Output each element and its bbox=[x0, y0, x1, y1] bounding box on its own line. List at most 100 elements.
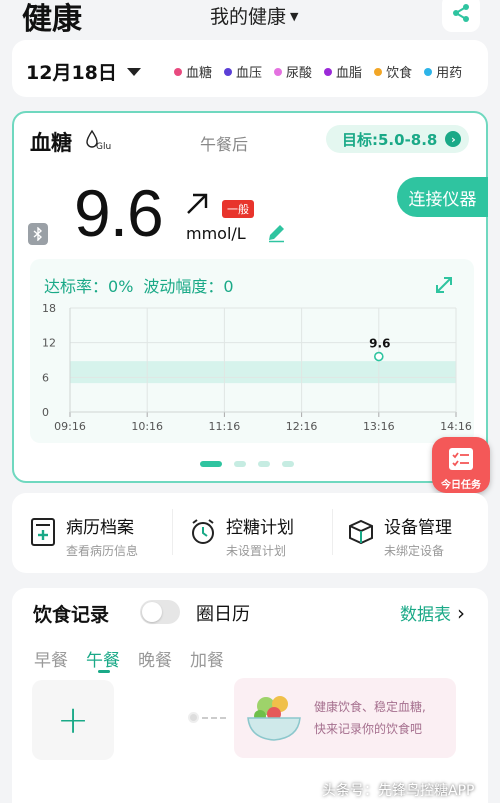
legend-label: 尿酸 bbox=[286, 66, 313, 81]
page-selector-label: 我的健康 bbox=[210, 6, 287, 28]
data-table-link[interactable]: 数据表 › bbox=[400, 600, 465, 626]
tip-line-2: 快来记录你的饮食吧 bbox=[314, 722, 423, 736]
legend-label: 血脂 bbox=[336, 66, 363, 81]
medical-record-icon bbox=[31, 518, 55, 546]
connect-device-button[interactable]: 连接仪器 bbox=[397, 177, 488, 217]
app-title: 健康 bbox=[22, 2, 82, 37]
cube-device-icon bbox=[349, 519, 373, 545]
date-selector[interactable]: 12月18日 bbox=[26, 58, 141, 85]
glu-label: Glu bbox=[96, 142, 111, 151]
target-band bbox=[70, 361, 456, 384]
legend: 血糖 血压 尿酸 血脂 饮食 用药 bbox=[174, 62, 462, 81]
x-tick-label: 12:16 bbox=[286, 420, 318, 433]
chevron-right-icon: › bbox=[457, 600, 465, 625]
date-label: 12月18日 bbox=[26, 62, 117, 84]
legend-dot bbox=[174, 67, 182, 76]
legend-label: 用药 bbox=[436, 66, 463, 81]
chevron-right-icon: › bbox=[445, 131, 462, 147]
legend-dot bbox=[374, 67, 383, 76]
glucose-card[interactable]: 血糖 Glu 午餐后 目标:5.0-8.8 › 9.6 一般 mmol/L 连接… bbox=[12, 111, 488, 483]
toggle-knob bbox=[142, 602, 162, 622]
divider bbox=[332, 509, 333, 555]
legend-item: 用药 bbox=[424, 62, 462, 81]
add-meal-button[interactable]: + bbox=[32, 680, 114, 760]
x-tick-label: 13:16 bbox=[363, 420, 395, 433]
glucose-value: 9.6 bbox=[74, 176, 164, 250]
page-selector[interactable]: 我的健康 ▼ bbox=[210, 2, 298, 29]
data-point bbox=[373, 351, 384, 362]
carousel-indicator[interactable] bbox=[200, 461, 294, 467]
y-tick-label: 0 bbox=[42, 406, 49, 419]
legend-dot bbox=[424, 67, 433, 76]
meal-tab[interactable]: 加餐 bbox=[190, 646, 224, 671]
legend-item: 血脂 bbox=[324, 62, 362, 81]
quick-links: 病历档案 查看病历信息 控糖计划 未设置计划 设备管理 未绑定设备 bbox=[12, 493, 488, 573]
meal-tab[interactable]: 晚餐 bbox=[138, 646, 172, 671]
target-button[interactable]: 目标:5.0-8.8 › bbox=[326, 125, 470, 153]
alarm-clock-icon bbox=[192, 519, 214, 544]
glucose-chart: 达标率：0% 波动幅度：0 0 6 12 18 09:16 10:16 11:16 12:16… bbox=[30, 259, 474, 443]
y-tick-label: 18 bbox=[42, 302, 56, 315]
share-icon bbox=[453, 4, 469, 22]
trend-up-right-icon bbox=[187, 193, 208, 214]
bluetooth-icon bbox=[28, 223, 48, 245]
sugar-plan-link[interactable]: 控糖计划 未设置计划 bbox=[190, 513, 294, 559]
target-label: 目标:5.0-8.8 bbox=[342, 130, 438, 149]
level-badge: 一般 bbox=[222, 200, 254, 218]
meal-tab[interactable]: 午餐 bbox=[86, 646, 120, 673]
x-tick-label: 09:16 bbox=[54, 420, 86, 433]
x-tick-label: 10:16 bbox=[131, 420, 163, 433]
today-task-label: 今日任务 bbox=[441, 480, 481, 491]
device-management-link[interactable]: 设备管理 未绑定设备 bbox=[348, 513, 452, 559]
data-label: 9.6 bbox=[369, 337, 390, 351]
meal-tab[interactable]: 早餐 bbox=[34, 646, 68, 671]
legend-item: 饮食 bbox=[374, 62, 412, 81]
share-button[interactable] bbox=[442, 0, 480, 32]
quick-link-title: 病历档案 bbox=[66, 518, 134, 538]
x-tick-label: 11:16 bbox=[209, 420, 241, 433]
chart-plot: 0 6 12 18 09:16 10:16 11:16 12:16 13:16 14:16 9.6 bbox=[42, 302, 472, 433]
task-list-icon bbox=[449, 448, 473, 470]
timeline-connector bbox=[188, 712, 226, 723]
legend-item: 血压 bbox=[224, 62, 262, 81]
y-tick-label: 6 bbox=[42, 371, 49, 384]
diet-tip: 健康饮食、稳定血糖, 快来记录你的饮食吧 bbox=[234, 678, 456, 758]
edit-pencil-icon[interactable] bbox=[266, 223, 286, 243]
quick-link-subtitle: 查看病历信息 bbox=[66, 544, 139, 558]
legend-item: 尿酸 bbox=[274, 62, 312, 81]
legend-label: 血糖 bbox=[186, 66, 213, 81]
today-task-button[interactable]: 今日任务 bbox=[432, 437, 490, 493]
triangle-down-icon bbox=[126, 67, 141, 76]
carousel-dot[interactable] bbox=[200, 461, 222, 467]
meal-label: 午餐后 bbox=[200, 135, 249, 154]
legend-label: 饮食 bbox=[386, 66, 413, 81]
quick-link-title: 设备管理 bbox=[384, 518, 452, 538]
salad-bowl-icon bbox=[247, 696, 301, 741]
legend-dot bbox=[274, 67, 283, 76]
calendar-toggle[interactable] bbox=[140, 600, 180, 624]
watermark: 头条号：先锋鸟控糖APP bbox=[322, 783, 475, 799]
legend-dot bbox=[324, 67, 333, 76]
medical-record-link[interactable]: 病历档案 查看病历信息 bbox=[30, 513, 138, 559]
meal-tabs: 早餐 午餐 晚餐 加餐 bbox=[34, 646, 224, 673]
quick-link-subtitle: 未设置计划 bbox=[226, 544, 287, 558]
glu-drop-icon: Glu bbox=[86, 129, 111, 151]
divider bbox=[172, 509, 173, 555]
glucose-unit: mmol/L bbox=[186, 224, 246, 243]
caret-down-icon: ▼ bbox=[290, 10, 299, 23]
top-bar: 健康 我的健康 ▼ bbox=[0, 0, 500, 40]
legend-dot bbox=[224, 67, 233, 76]
carousel-dot[interactable] bbox=[282, 461, 294, 467]
y-tick-label: 12 bbox=[42, 337, 56, 350]
date-bar: 12月18日 血糖 血压 尿酸 血脂 饮食 用药 bbox=[12, 40, 488, 97]
calendar-label: 圈日历 bbox=[196, 604, 250, 625]
legend-item: 血糖 bbox=[174, 62, 212, 81]
diet-title: 饮食记录 bbox=[33, 604, 110, 626]
carousel-dot[interactable] bbox=[258, 461, 270, 467]
legend-label: 血压 bbox=[236, 66, 263, 81]
quick-link-title: 控糖计划 bbox=[226, 518, 294, 538]
carousel-dot[interactable] bbox=[234, 461, 246, 467]
diet-record-card: 饮食记录 圈日历 数据表 › 早餐 午餐 晚餐 加餐 + 健康饮食、稳定血糖, 快来记… bbox=[12, 588, 488, 803]
tip-line-1: 健康饮食、稳定血糖, bbox=[314, 700, 426, 714]
data-table-label: 数据表 bbox=[400, 605, 451, 625]
